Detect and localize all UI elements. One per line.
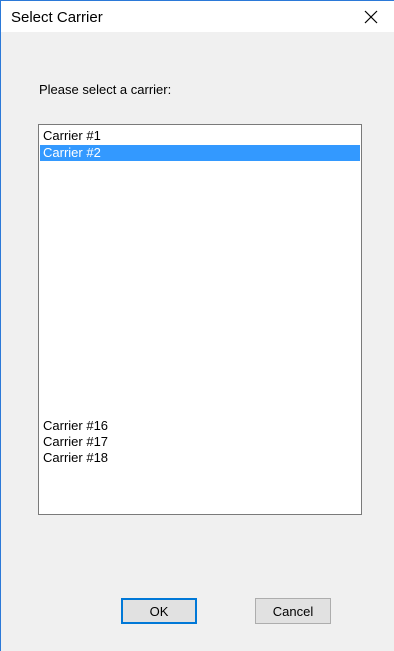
- list-item-carrier-1[interactable]: Carrier #1: [40, 128, 360, 144]
- list-item-carrier-18[interactable]: Carrier #18: [40, 450, 360, 466]
- close-button[interactable]: [348, 1, 394, 32]
- close-icon: [364, 10, 378, 23]
- select-carrier-prompt: Please select a carrier:: [39, 82, 172, 97]
- title-bar[interactable]: Select Carrier: [1, 1, 394, 32]
- list-item-carrier-16[interactable]: Carrier #16: [40, 418, 360, 434]
- select-carrier-dialog: Select Carrier Please select a carrier: …: [0, 0, 394, 651]
- list-item-carrier-17[interactable]: Carrier #17: [40, 434, 360, 450]
- ok-button[interactable]: OK: [121, 598, 197, 624]
- carrier-listbox[interactable]: Carrier #1 Carrier #2 Carrier #16 Carrie…: [38, 124, 362, 515]
- list-item-carrier-2[interactable]: Carrier #2: [40, 145, 360, 161]
- dialog-title: Select Carrier: [11, 9, 103, 26]
- cancel-button[interactable]: Cancel: [255, 598, 331, 624]
